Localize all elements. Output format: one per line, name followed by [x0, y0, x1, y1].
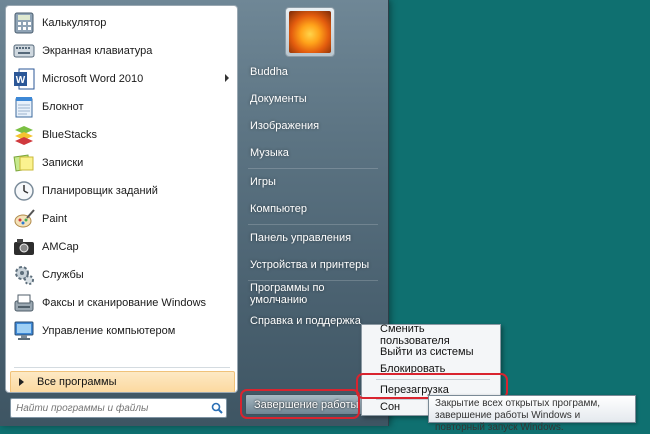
- right-item-label: Программы по умолчанию: [250, 282, 325, 306]
- right-item-documents[interactable]: Документы: [242, 88, 380, 110]
- program-label: Paint: [42, 213, 68, 225]
- right-item-label: Справка и поддержка: [250, 315, 361, 327]
- right-item-computer[interactable]: Компьютер: [242, 198, 380, 220]
- shutdown-button[interactable]: Завершение работы: [245, 394, 368, 415]
- program-item-calculator[interactable]: Калькулятор: [6, 10, 237, 36]
- submenu-log-off[interactable]: Выйти из системы: [366, 344, 494, 360]
- right-item-label: Компьютер: [250, 203, 307, 215]
- program-item-bluestacks[interactable]: BlueStacks: [6, 122, 237, 148]
- right-item-label: Музыка: [250, 147, 289, 159]
- submenu-arrow-icon: [225, 74, 229, 82]
- program-label: BlueStacks: [42, 129, 98, 141]
- program-item-on-screen-keyboard[interactable]: Экранная клавиатура: [6, 38, 237, 64]
- submenu-lock[interactable]: Блокировать: [366, 361, 494, 377]
- program-item-paint[interactable]: Paint: [6, 206, 237, 232]
- right-item-label: Документы: [250, 93, 307, 105]
- paint-icon: [12, 207, 36, 231]
- calculator-icon: [12, 11, 36, 35]
- programs-separator: [14, 367, 230, 368]
- search-input[interactable]: [11, 399, 208, 417]
- program-label: Записки: [42, 157, 84, 169]
- program-item-notepad[interactable]: Блокнот: [6, 94, 237, 120]
- task-scheduler-icon: [12, 179, 36, 203]
- program-item-amcap[interactable]: AMCap: [6, 234, 237, 260]
- right-item-games[interactable]: Игры: [242, 171, 380, 193]
- right-item-label: Buddha: [250, 66, 288, 78]
- right-item-default-programs[interactable]: Программы по умолчанию: [242, 282, 380, 306]
- user-picture[interactable]: [285, 7, 335, 57]
- services-icon: [12, 263, 36, 287]
- right-item-devices-printers[interactable]: Устройства и принтеры: [242, 254, 380, 276]
- program-label: Экранная клавиатура: [42, 45, 153, 57]
- fax-scan-icon: [12, 291, 36, 315]
- right-item-control-panel[interactable]: Панель управления: [242, 227, 380, 249]
- program-label: Службы: [42, 269, 84, 281]
- search-icon[interactable]: [208, 400, 226, 416]
- all-programs-button[interactable]: Все программы: [10, 371, 235, 392]
- right-item-label: Изображения: [250, 120, 320, 132]
- program-item-computer-management[interactable]: Управление компьютером: [6, 318, 237, 344]
- svg-text:W: W: [16, 75, 26, 86]
- bluestacks-icon: [12, 123, 36, 147]
- program-label: Факсы и сканирование Windows: [42, 297, 207, 309]
- program-label: AMCap: [42, 241, 79, 253]
- right-item-pictures[interactable]: Изображения: [242, 115, 380, 137]
- sticky-notes-icon: [12, 151, 36, 175]
- computer-management-icon: [12, 319, 36, 343]
- amcap-icon: [12, 235, 36, 259]
- right-item-user-folder[interactable]: Buddha: [242, 61, 380, 83]
- right-item-music[interactable]: Музыка: [242, 142, 380, 164]
- program-label: Управление компьютером: [42, 325, 176, 337]
- program-item-services[interactable]: Службы: [6, 262, 237, 288]
- right-item-label: Панель управления: [250, 232, 352, 244]
- program-item-word[interactable]: W Microsoft Word 2010: [6, 66, 237, 92]
- start-menu: Калькулятор Экранная клавиатура W Micros…: [0, 0, 389, 426]
- search-box: [10, 398, 227, 418]
- submenu-switch-user[interactable]: Сменить пользователя: [366, 323, 494, 347]
- program-label: Блокнот: [42, 101, 84, 113]
- right-separator: [248, 224, 378, 225]
- program-label: Калькулятор: [42, 17, 107, 29]
- program-label: Планировщик заданий: [42, 185, 158, 197]
- keyboard-icon: [12, 39, 36, 63]
- all-programs-label: Все программы: [37, 376, 117, 388]
- program-item-sticky-notes[interactable]: Записки: [6, 150, 237, 176]
- right-separator: [248, 168, 378, 169]
- arrow-right-icon: [19, 378, 24, 386]
- program-label: Microsoft Word 2010: [42, 73, 144, 85]
- submenu-separator: [376, 379, 490, 380]
- word-icon: W: [12, 67, 36, 91]
- right-item-label: Игры: [250, 176, 276, 188]
- user-avatar-image: [289, 11, 331, 53]
- right-separator: [248, 280, 378, 281]
- restart-tooltip: Закрытие всех открытых программ, заверше…: [428, 395, 636, 433]
- right-item-help-support[interactable]: Справка и поддержка: [242, 310, 380, 332]
- right-item-label: Устройства и принтеры: [250, 259, 370, 271]
- program-item-fax-scan[interactable]: Факсы и сканирование Windows: [6, 290, 237, 316]
- notepad-icon: [12, 95, 36, 119]
- program-item-task-scheduler[interactable]: Планировщик заданий: [6, 178, 237, 204]
- programs-panel: Калькулятор Экранная клавиатура W Micros…: [5, 5, 238, 393]
